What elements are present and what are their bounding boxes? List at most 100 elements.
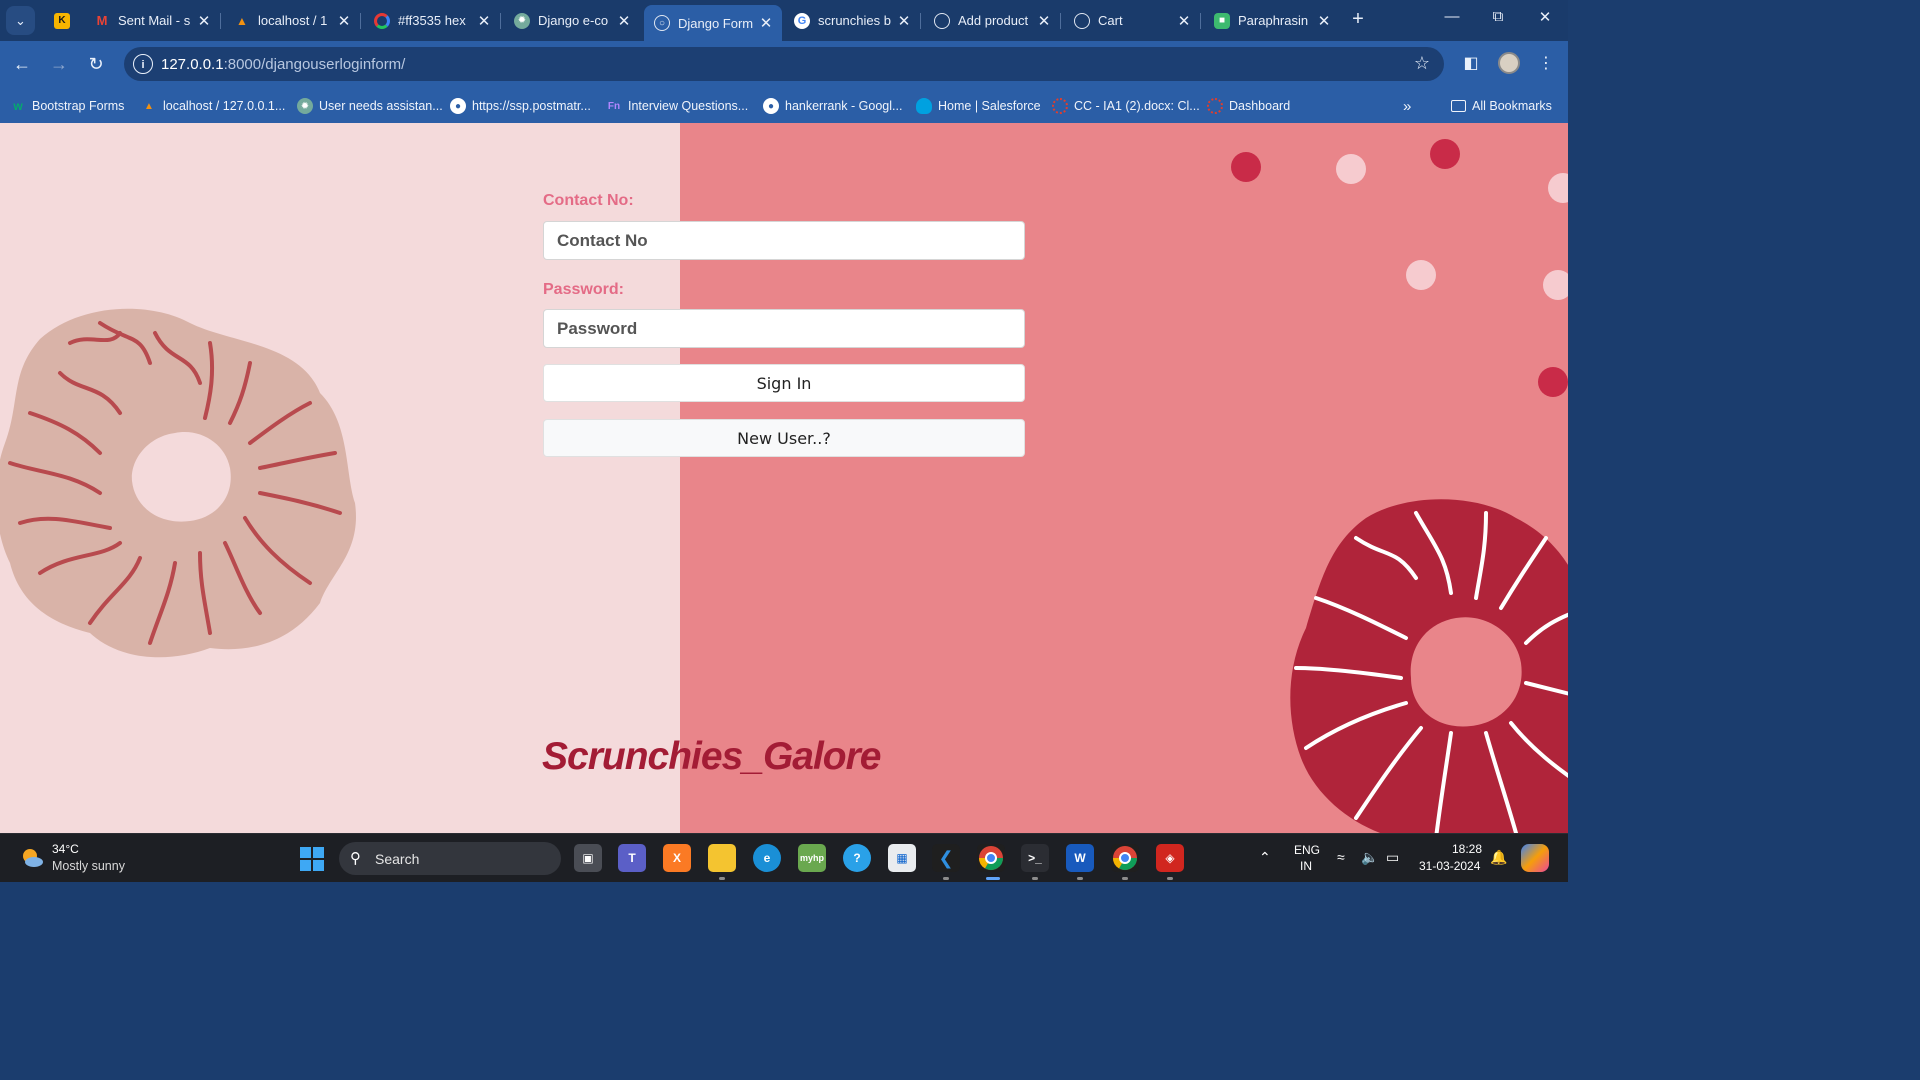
password-input[interactable]: [543, 309, 1025, 348]
clock-time[interactable]: 18:28: [1452, 842, 1482, 856]
battery-icon[interactable]: ▭: [1386, 849, 1399, 866]
close-icon[interactable]: ✕: [614, 12, 634, 30]
close-icon[interactable]: ✕: [756, 14, 776, 32]
copilot-icon[interactable]: [1521, 844, 1549, 872]
tab-ff3535-hex[interactable]: #ff3535 hex ✕: [364, 5, 501, 36]
url-text: 127.0.0.1:8000/djangouserloginform/: [161, 56, 406, 73]
help-icon[interactable]: ?: [843, 844, 871, 872]
tab-scrunchies[interactable]: G scrunchies b ✕: [784, 5, 921, 36]
bookmark-item[interactable]: Home | Salesforce: [916, 96, 1041, 116]
bookmark-item[interactable]: Fn Interview Questions...: [606, 96, 748, 116]
volume-icon[interactable]: 🔈: [1361, 849, 1378, 866]
google-icon: G: [794, 12, 810, 29]
store-icon[interactable]: ▦: [888, 844, 916, 872]
edge-icon[interactable]: e: [753, 844, 781, 872]
close-window-button[interactable]: ✕: [1533, 8, 1557, 26]
chevron-up-icon[interactable]: ⌃: [1259, 849, 1271, 866]
chrome-profile-icon[interactable]: [1111, 844, 1139, 872]
terminal-icon[interactable]: >_: [1021, 844, 1049, 872]
tab-localhost[interactable]: ▲ localhost / 1 ✕: [224, 5, 361, 36]
double-chevron-right-icon: »: [1403, 97, 1412, 115]
contact-label: Contact No:: [543, 192, 634, 209]
windows-icon: [300, 847, 311, 858]
bookmark-item[interactable]: w Bootstrap Forms: [10, 96, 124, 116]
decorative-dot: [1336, 154, 1366, 184]
all-bookmarks-button[interactable]: All Bookmarks: [1451, 96, 1552, 116]
chatgpt-icon: ✹: [514, 12, 530, 29]
decorative-dot: [1538, 367, 1568, 397]
tab-search-button[interactable]: ⌄: [6, 6, 35, 35]
clock-date[interactable]: 31-03-2024: [1419, 859, 1480, 873]
side-panel-button[interactable]: ◧: [1459, 53, 1483, 73]
star-icon[interactable]: ☆: [1414, 53, 1430, 74]
xampp-icon[interactable]: X: [663, 844, 691, 872]
avatar[interactable]: [1498, 52, 1520, 74]
wifi-icon[interactable]: ≈: [1337, 849, 1345, 865]
side-panel-icon: ◧: [1463, 55, 1479, 72]
tab-k[interactable]: K: [44, 5, 82, 36]
globe-icon: [934, 12, 950, 29]
restore-button[interactable]: ⧉: [1486, 8, 1510, 25]
scrunchie-illustration-left: [0, 308, 356, 658]
minimize-button[interactable]: —: [1440, 8, 1464, 25]
tab-add-product[interactable]: Add product ✕: [924, 5, 1061, 36]
address-bar[interactable]: i 127.0.0.1:8000/djangouserloginform/ ☆: [124, 47, 1444, 81]
taskbar-search[interactable]: ⚲ Search: [339, 842, 561, 875]
acrobat-icon[interactable]: ◈: [1156, 844, 1184, 872]
start-button[interactable]: [300, 847, 324, 871]
sign-in-button[interactable]: Sign In: [543, 364, 1025, 402]
more-bookmarks-button[interactable]: »: [1403, 96, 1411, 116]
info-icon[interactable]: i: [133, 54, 153, 74]
notification-bell-icon[interactable]: 🔔: [1490, 849, 1507, 866]
close-icon[interactable]: ✕: [334, 12, 354, 30]
word-icon[interactable]: W: [1066, 844, 1094, 872]
task-view-icon[interactable]: ▣: [574, 844, 602, 872]
back-button[interactable]: ←: [10, 52, 34, 76]
tab-django-ecom[interactable]: ✹ Django e-co ✕: [504, 5, 640, 36]
tab-title: scrunchies b: [818, 13, 891, 28]
bookmark-item[interactable]: ● https://ssp.postmatr...: [450, 96, 591, 116]
close-icon[interactable]: ✕: [1174, 12, 1194, 30]
bookmark-item[interactable]: ● hankerrank - Googl...: [763, 96, 902, 116]
tab-title: Cart: [1098, 13, 1123, 28]
bookmark-item[interactable]: CC - IA1 (2).docx: Cl...: [1052, 96, 1200, 116]
vscode-icon[interactable]: ❮: [932, 844, 960, 872]
plus-icon: +: [1352, 8, 1364, 30]
arrow-left-icon: ←: [13, 54, 31, 74]
k-icon: K: [54, 12, 70, 29]
tab-sent-mail[interactable]: M Sent Mail - s ✕: [84, 5, 221, 36]
bookmark-item[interactable]: Dashboard: [1207, 96, 1290, 116]
fn-icon: Fn: [607, 100, 621, 112]
myhp-icon[interactable]: myhp: [798, 844, 826, 872]
forward-button[interactable]: →: [47, 52, 71, 76]
robot-icon: ■: [1214, 12, 1230, 29]
teams-icon[interactable]: T: [618, 844, 646, 872]
globe-icon: ○: [654, 15, 670, 31]
close-icon[interactable]: ✕: [194, 12, 214, 30]
chrome-icon[interactable]: [977, 844, 1005, 872]
canvas-icon: [1207, 98, 1223, 114]
language-indicator[interactable]: ENG: [1294, 843, 1320, 857]
bookmark-item[interactable]: ▲ localhost / 127.0.0.1...: [141, 96, 285, 116]
reload-button[interactable]: ↻: [84, 52, 108, 76]
new-tab-button[interactable]: +: [1346, 8, 1370, 31]
tab-django-form[interactable]: ○ Django Form ✕: [644, 5, 782, 41]
bookmark-item[interactable]: ✹ User needs assistan...: [297, 96, 443, 116]
close-icon[interactable]: ✕: [894, 12, 914, 30]
contact-input[interactable]: [543, 221, 1025, 260]
page-content: Contact No: Password: Sign In New User..…: [0, 123, 1568, 833]
tab-paraphrasing[interactable]: ■ Paraphrasin ✕: [1204, 5, 1340, 36]
salesforce-icon: [916, 98, 932, 114]
tab-cart[interactable]: Cart ✕: [1064, 5, 1201, 36]
tab-title: Add product: [958, 13, 1029, 28]
menu-button[interactable]: ⋮: [1534, 53, 1558, 73]
minimize-icon: —: [1444, 8, 1460, 25]
close-icon[interactable]: ✕: [1034, 12, 1054, 30]
close-icon[interactable]: ✕: [1314, 12, 1334, 30]
close-icon[interactable]: ✕: [474, 12, 494, 30]
file-explorer-icon[interactable]: [708, 844, 736, 872]
canvas-icon: [1052, 98, 1068, 114]
partly-sunny-icon[interactable]: [20, 846, 44, 870]
new-user-button[interactable]: New User..?: [543, 419, 1025, 457]
region-indicator[interactable]: IN: [1300, 859, 1312, 873]
